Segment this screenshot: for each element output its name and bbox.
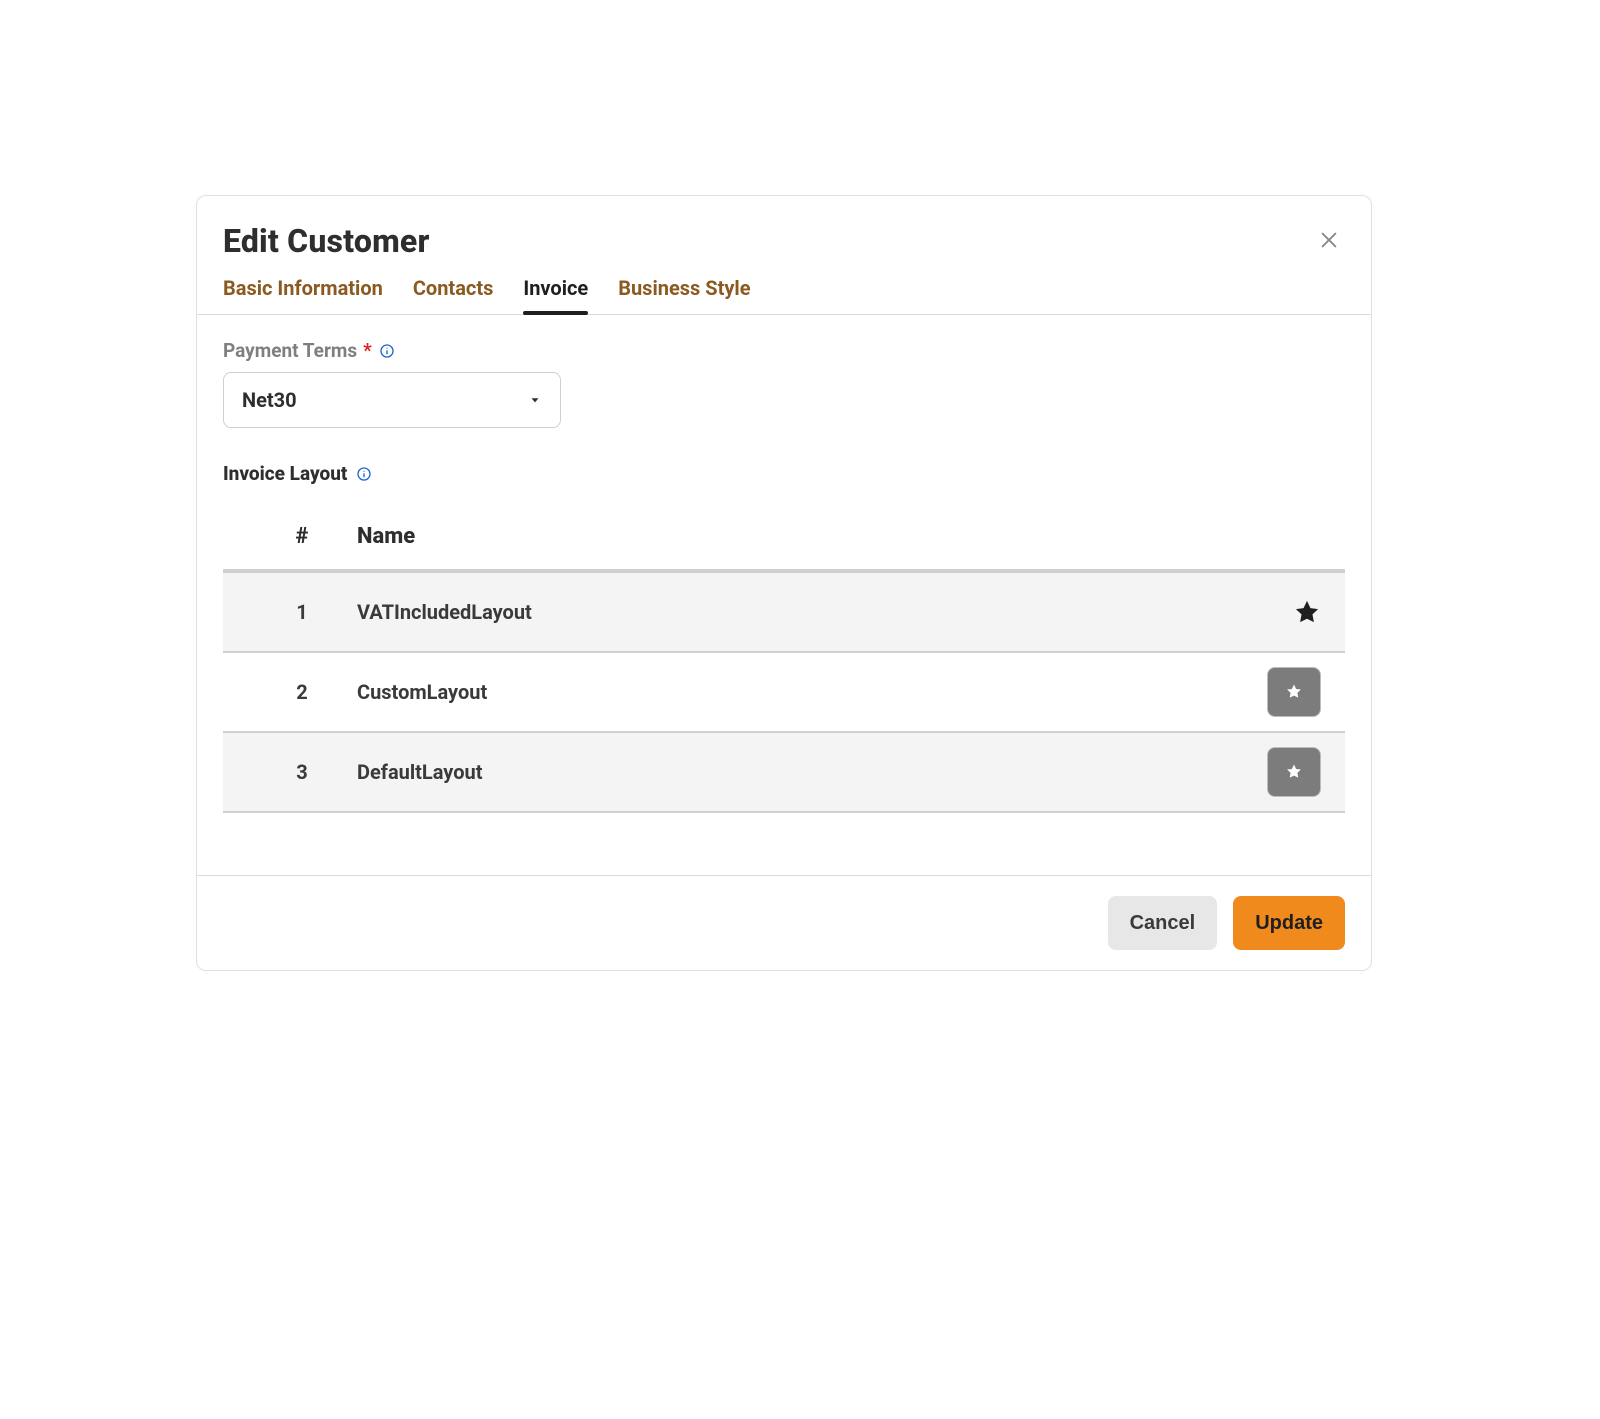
modal-title: Edit Customer	[223, 222, 430, 260]
table-row: 3DefaultLayout	[223, 733, 1345, 813]
payment-terms-label: Payment Terms *	[223, 339, 1345, 362]
edit-customer-modal: Edit Customer Basic Information Contacts…	[196, 195, 1372, 971]
tab-basic-information[interactable]: Basic Information	[223, 276, 383, 314]
row-name: VATIncludedLayout	[357, 600, 1231, 624]
invoice-layout-table: # Name 1VATIncludedLayout2CustomLayout3D…	[223, 503, 1345, 813]
invoice-layout-label-text: Invoice Layout	[223, 462, 347, 485]
payment-terms-label-text: Payment Terms	[223, 339, 357, 362]
modal-body: Payment Terms * Net30 Invoice Layout	[197, 315, 1371, 875]
info-icon[interactable]	[355, 465, 373, 483]
invoice-layout-label: Invoice Layout	[223, 462, 1345, 485]
payment-terms-value: Net30	[242, 388, 297, 412]
table-row: 1VATIncludedLayout	[223, 573, 1345, 653]
row-index: 1	[247, 600, 357, 624]
col-header-name: Name	[357, 524, 1231, 549]
caret-down-icon	[528, 388, 542, 412]
set-default-button[interactable]	[1267, 667, 1321, 717]
row-name: DefaultLayout	[357, 760, 1231, 784]
tab-business-style[interactable]: Business Style	[618, 276, 750, 314]
modal-header: Edit Customer	[197, 196, 1371, 268]
default-star-icon	[1231, 598, 1321, 626]
row-name: CustomLayout	[357, 680, 1231, 704]
table-head: # Name	[223, 503, 1345, 573]
tab-contacts[interactable]: Contacts	[413, 276, 494, 314]
payment-terms-select[interactable]: Net30	[223, 372, 561, 428]
tabs: Basic Information Contacts Invoice Busin…	[197, 268, 1371, 315]
set-default-button[interactable]	[1267, 747, 1321, 797]
update-button[interactable]: Update	[1233, 896, 1345, 950]
cancel-button[interactable]: Cancel	[1108, 896, 1218, 950]
row-index: 2	[247, 680, 357, 704]
required-asterisk: *	[363, 339, 372, 362]
table-row: 2CustomLayout	[223, 653, 1345, 733]
col-header-index: #	[247, 524, 357, 549]
close-icon	[1318, 229, 1340, 254]
row-index: 3	[247, 760, 357, 784]
close-button[interactable]	[1313, 225, 1345, 257]
tab-invoice[interactable]: Invoice	[523, 276, 588, 314]
info-icon[interactable]	[378, 342, 396, 360]
modal-footer: Cancel Update	[197, 875, 1371, 970]
